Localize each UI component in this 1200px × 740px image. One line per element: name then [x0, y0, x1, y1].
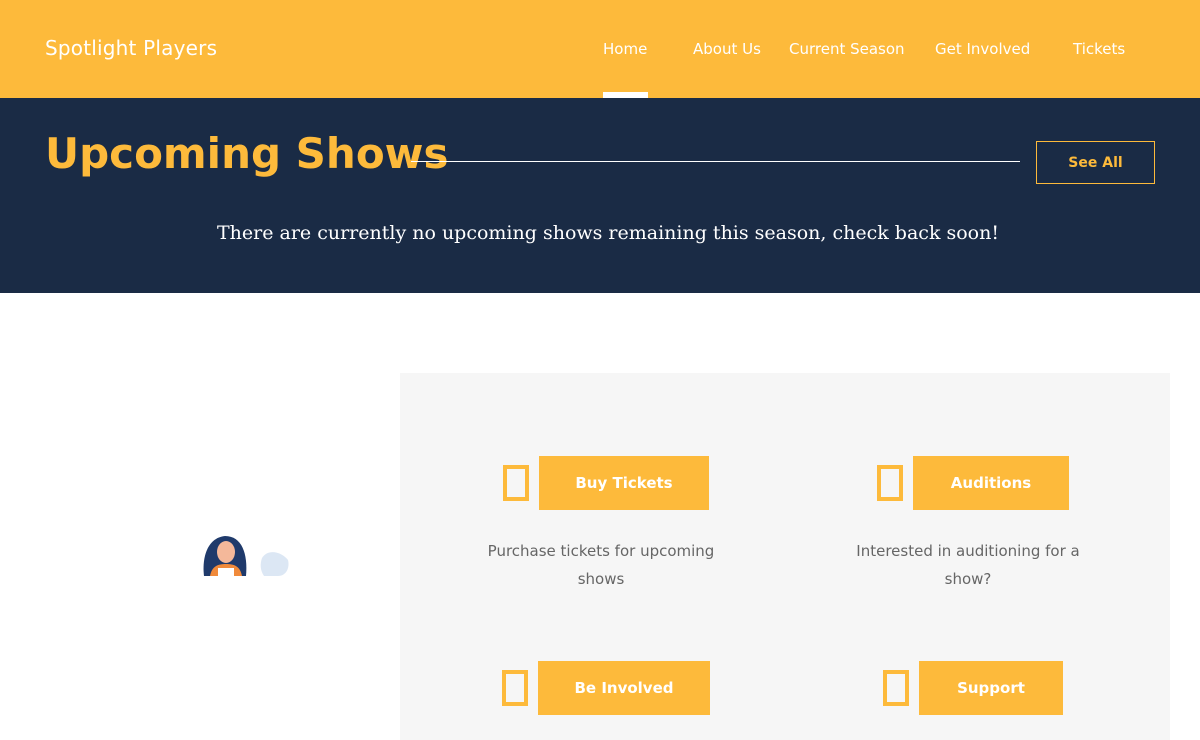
- nav-current-season[interactable]: Current Season: [789, 40, 905, 58]
- be-involved-button[interactable]: Be Involved: [538, 661, 710, 715]
- nav-tickets[interactable]: Tickets: [1073, 40, 1125, 58]
- auditions-description: Interested in auditioning for a show?: [856, 542, 1080, 588]
- see-all-button[interactable]: See All: [1036, 141, 1155, 184]
- section-title: Upcoming Shows: [45, 129, 449, 178]
- support-button[interactable]: Support: [919, 661, 1063, 715]
- upcoming-shows-section: Upcoming Shows See All There are current…: [0, 98, 1200, 293]
- auditions-icon: [877, 465, 903, 501]
- buy-tickets-button[interactable]: Buy Tickets: [539, 456, 709, 510]
- support-icon: [883, 670, 909, 706]
- no-shows-message: There are currently no upcoming shows re…: [217, 222, 999, 244]
- auditions-button[interactable]: Auditions: [913, 456, 1069, 510]
- nav-home[interactable]: Home: [603, 40, 647, 58]
- nav-about-us[interactable]: About Us: [693, 40, 761, 58]
- ticket-icon: [503, 465, 529, 501]
- get-involved-panel: Buy Tickets Purchase tickets for upcomin…: [400, 373, 1170, 740]
- buy-tickets-description: Purchase tickets for upcoming shows: [487, 542, 715, 588]
- theater-illustration: [198, 530, 298, 576]
- title-divider: [411, 161, 1020, 162]
- nav-get-involved[interactable]: Get Involved: [935, 40, 1030, 58]
- site-header: Spotlight Players Home About Us Current …: [0, 0, 1200, 98]
- involved-icon: [502, 670, 528, 706]
- site-logo[interactable]: Spotlight Players: [45, 36, 217, 60]
